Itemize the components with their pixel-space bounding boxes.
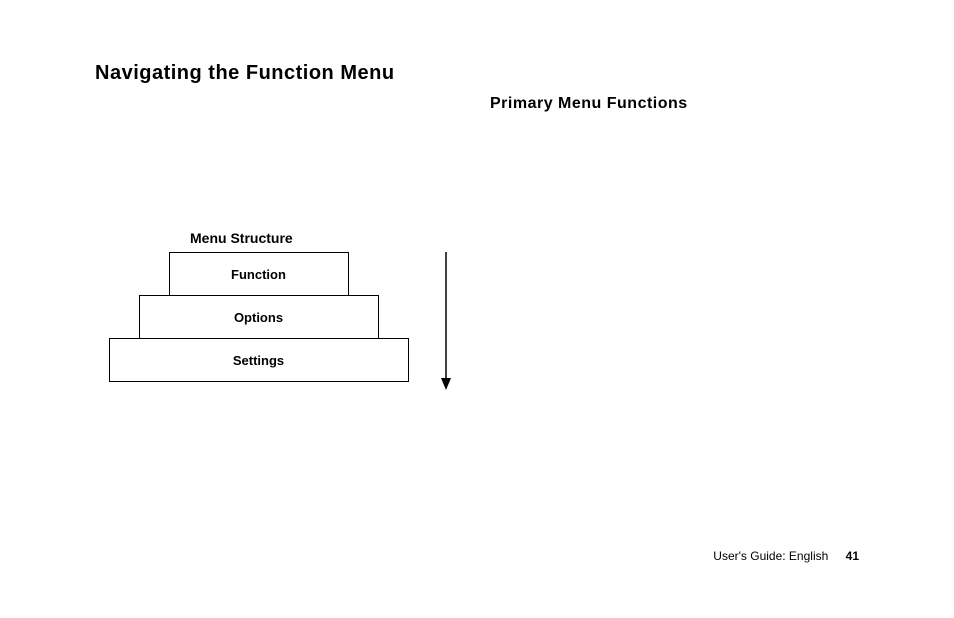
page-number: 41 — [846, 549, 859, 563]
page-title: Navigating the Function Menu — [95, 62, 395, 85]
diagram-level-function: Function — [169, 252, 349, 296]
document-page: Navigating the Function Menu Primary Men… — [0, 0, 954, 618]
footer-guide-text: User's Guide: English — [713, 549, 828, 563]
menu-structure-diagram: Function Options Settings — [106, 252, 411, 382]
diagram-level-options: Options — [139, 295, 379, 339]
diagram-label: Menu Structure — [190, 230, 293, 246]
down-arrow-icon — [440, 252, 452, 390]
column-heading: Primary Menu Functions — [490, 95, 688, 113]
page-footer: User's Guide: English 41 — [713, 549, 859, 563]
diagram-level-settings: Settings — [109, 338, 409, 382]
